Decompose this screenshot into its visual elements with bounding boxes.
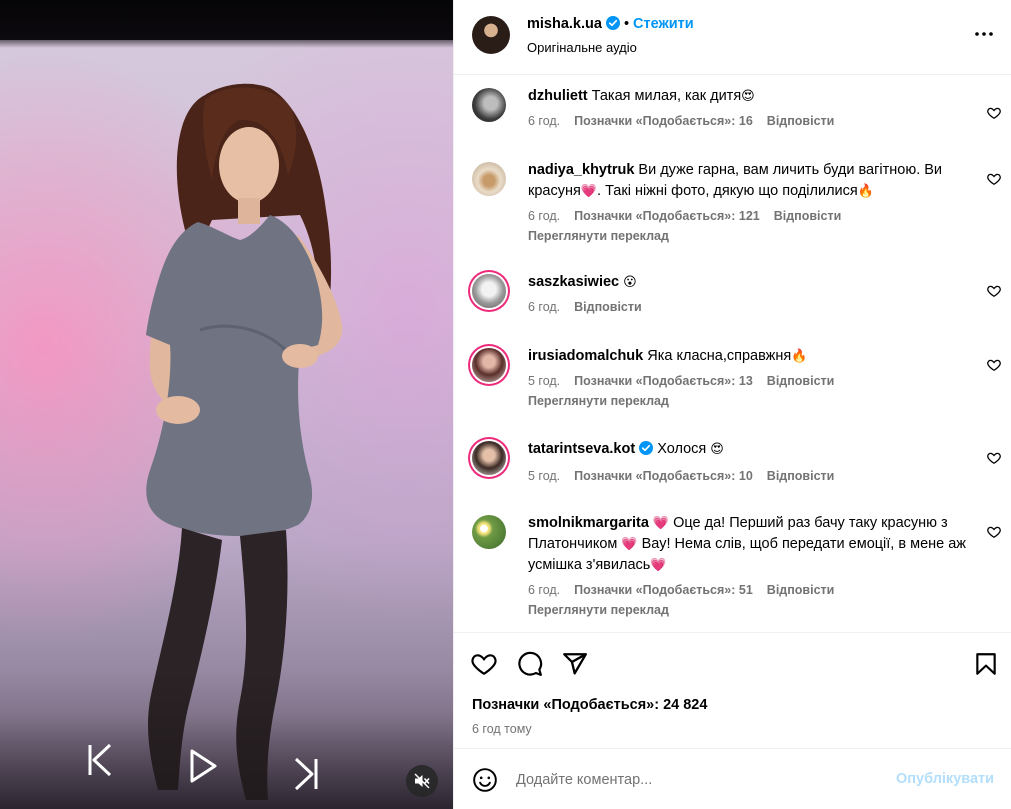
comment-meta: 6 год. Позначки «Подобається»: 51 Відповіс… (528, 582, 968, 598)
heart-icon[interactable] (471, 651, 497, 677)
comment-likes[interactable]: Позначки «Подобається»: 10 (574, 469, 753, 483)
original-audio-link[interactable]: Оригінальне аудіо (527, 40, 637, 55)
see-translation-link[interactable]: Переглянути переклад (528, 393, 968, 409)
mute-icon[interactable] (406, 765, 438, 797)
comment-username[interactable]: dzhuliett (528, 88, 588, 104)
commenter-avatar[interactable] (472, 162, 506, 196)
reply-button[interactable]: Відповісти (767, 469, 835, 483)
comment-body: saszkasiwiec 😮 6 год. Відповісти (528, 272, 968, 315)
reply-button[interactable]: Відповісти (774, 209, 842, 223)
comment-text: Холося (657, 441, 707, 457)
comment-username[interactable]: smolnikmargarita (528, 515, 649, 531)
bookmark-icon[interactable] (973, 651, 999, 677)
comment-meta: 6 год. Позначки «Подобається»: 16 Відповіс… (528, 113, 968, 129)
commenter-avatar[interactable] (472, 274, 506, 308)
share-icon[interactable] (562, 651, 588, 677)
heart-icon[interactable] (987, 172, 1001, 186)
comment-likes[interactable]: Позначки «Подобається»: 16 (574, 114, 753, 128)
comment-likes[interactable]: Позначки «Подобається»: 13 (574, 374, 753, 388)
comment-text: Яка класна,справжня (647, 348, 792, 364)
skip-previous-icon[interactable] (84, 740, 116, 780)
heart-emoji: 💗 (580, 183, 598, 198)
comment-body: nadiya_khytruk Ви дуже гарна, вам личить… (528, 160, 968, 244)
verified-badge-icon (605, 16, 620, 34)
fire-emoji: 🔥 (857, 183, 874, 198)
author-username[interactable]: misha.k.ua (527, 16, 602, 32)
reply-button[interactable]: Відповісти (574, 300, 642, 314)
comments-list[interactable]: dzhuliett Такая милая, как дитя😍 6 год. П… (454, 76, 1011, 632)
likes-count[interactable]: Позначки «Подобається»: 24 824 (472, 697, 707, 713)
commenter-avatar[interactable] (472, 88, 506, 122)
play-icon[interactable] (186, 746, 220, 786)
comment-meta: 6 год. Відповісти (528, 299, 968, 315)
media-bottom-shade (0, 669, 453, 809)
reply-button[interactable]: Відповісти (767, 374, 835, 388)
comment-time[interactable]: 6 год. (528, 300, 560, 314)
reply-button[interactable]: Відповісти (767, 583, 835, 597)
comment-time[interactable]: 5 год. (528, 374, 560, 388)
post-header: misha.k.ua • Стежити Оригінальне аудіо (454, 0, 1011, 75)
skip-next-icon[interactable] (290, 754, 322, 794)
comment-time[interactable]: 6 год. (528, 209, 560, 223)
heart-icon[interactable] (987, 284, 1001, 298)
fire-emoji: 🔥 (791, 348, 808, 363)
comment-composer: Опублікувати (454, 748, 1011, 809)
comment-time[interactable]: 6 год. (528, 114, 560, 128)
heart-icon[interactable] (987, 451, 1001, 465)
comment-username[interactable]: irusiadomalchuk (528, 348, 643, 364)
verified-badge-icon (639, 441, 654, 462)
heart-eyes-emoji: 😍 (710, 441, 724, 456)
comment-text-continued: . Такі ніжні фото, дякую що поділилися (597, 183, 858, 199)
heart-icon[interactable] (987, 106, 1001, 120)
see-translation-link[interactable]: Переглянути переклад (528, 228, 968, 244)
more-options-icon[interactable] (972, 22, 996, 46)
post-actions: Позначки «Подобається»: 24 824 6 год том… (454, 632, 1011, 747)
see-translation-link[interactable]: Переглянути переклад (528, 602, 968, 618)
comment-body: dzhuliett Такая милая, как дитя😍 6 год. П… (528, 86, 968, 129)
comment-body: smolnikmargarita 💗 Оце да! Перший раз ба… (528, 513, 968, 618)
comment-meta: 5 год. Позначки «Подобається»: 13 Відповіс… (528, 373, 968, 389)
separator-dot: • (623, 16, 630, 32)
follow-button[interactable]: Стежити (633, 16, 694, 32)
comment-meta: 6 год. Позначки «Подобається»: 121 Відпові… (528, 208, 968, 224)
heart-emoji: 💗 (650, 557, 667, 572)
comment-likes[interactable]: Позначки «Подобається»: 121 (574, 209, 760, 223)
heart-icon[interactable] (987, 358, 1001, 372)
commenter-avatar[interactable] (472, 348, 506, 382)
comment-username[interactable]: nadiya_khytruk (528, 162, 634, 178)
comment-body: irusiadomalchuk Яка класна,справжня🔥 5 г… (528, 346, 968, 409)
comment-meta: 5 год. Позначки «Подобається»: 10 Відповіс… (528, 468, 968, 484)
comment-text: Такая милая, как дитя (591, 88, 742, 104)
heart-emoji: 💗 (621, 536, 638, 551)
reply-button[interactable]: Відповісти (767, 114, 835, 128)
comment-username[interactable]: saszkasiwiec (528, 274, 619, 290)
surprised-emoji: 😮 (623, 274, 637, 289)
heart-icon[interactable] (987, 525, 1001, 539)
heart-eyes-emoji: 😍 (741, 88, 755, 103)
commenter-avatar[interactable] (472, 515, 506, 549)
author-line: misha.k.ua • Стежити (527, 16, 694, 34)
comment-icon[interactable] (517, 651, 543, 677)
post-details-panel: misha.k.ua • Стежити Оригінальне аудіо dzh… (453, 0, 1011, 809)
comment-likes[interactable]: Позначки «Подобається»: 51 (574, 583, 753, 597)
comment-time[interactable]: 5 год. (528, 469, 560, 483)
heart-emoji: 💗 (652, 515, 670, 530)
comment-input[interactable] (516, 769, 876, 791)
publish-button[interactable]: Опублікувати (896, 771, 994, 787)
comment-time[interactable]: 6 год. (528, 583, 560, 597)
post-time[interactable]: 6 год тому (472, 722, 532, 736)
comment-username[interactable]: tatarintseva.kot (528, 441, 635, 457)
commenter-avatar[interactable] (472, 441, 506, 475)
author-avatar[interactable] (472, 16, 510, 54)
comment-body: tatarintseva.kot Холося 😍 5 год. Позначки… (528, 439, 968, 484)
emoji-icon[interactable] (472, 767, 498, 793)
media-viewer[interactable] (0, 0, 453, 809)
